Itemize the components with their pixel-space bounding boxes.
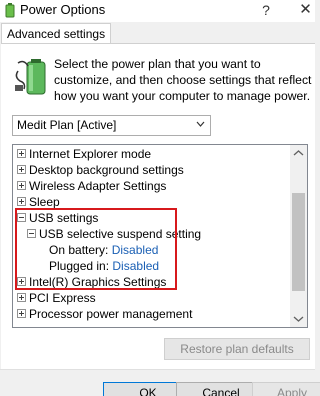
- plugged-in-value[interactable]: Disabled: [112, 259, 159, 273]
- instruction-text: Select the power plan that you want to c…: [54, 57, 312, 103]
- tab-advanced-settings[interactable]: Advanced settings: [1, 23, 112, 44]
- expand-plus-icon[interactable]: [17, 149, 26, 159]
- tree-scrollbar[interactable]: [290, 145, 307, 327]
- close-button[interactable]: ✕: [296, 0, 315, 20]
- collapse-minus-icon[interactable]: [27, 229, 36, 239]
- restore-plan-defaults-button[interactable]: Restore plan defaults: [164, 338, 310, 360]
- tree-item-on-battery[interactable]: On battery: Disabled: [49, 242, 158, 258]
- tree-item-usb-settings[interactable]: USB settings: [17, 210, 98, 226]
- footer-divider: [0, 369, 315, 370]
- chevron-down-icon: [196, 121, 205, 127]
- on-battery-value[interactable]: Disabled: [112, 243, 159, 257]
- tree-item-processor-power[interactable]: Processor power management: [17, 306, 192, 322]
- expand-plus-icon[interactable]: [17, 197, 26, 207]
- battery-plug-icon: [15, 59, 46, 95]
- tree-item-sleep[interactable]: Sleep: [17, 194, 60, 210]
- settings-tree[interactable]: Internet Explorer mode Desktop backgroun…: [12, 144, 308, 328]
- tree-item-wireless-adapter[interactable]: Wireless Adapter Settings: [17, 178, 166, 194]
- expand-plus-icon[interactable]: [17, 309, 26, 319]
- tree-item-pci-express[interactable]: PCI Express: [17, 290, 96, 306]
- expand-plus-icon[interactable]: [17, 165, 26, 175]
- scrollbar-thumb[interactable]: [292, 193, 305, 291]
- tree-item-internet-explorer-mode[interactable]: Internet Explorer mode: [17, 146, 151, 162]
- collapse-minus-icon[interactable]: [17, 213, 26, 223]
- window-title: Power Options: [20, 2, 106, 17]
- scroll-up-icon[interactable]: [290, 145, 307, 162]
- expand-plus-icon[interactable]: [17, 181, 26, 191]
- expand-plus-icon[interactable]: [17, 277, 26, 287]
- title-bar: Power Options ? ✕: [0, 0, 315, 22]
- power-plan-value: Medit Plan [Active]: [17, 118, 117, 132]
- tree-item-plugged-in[interactable]: Plugged in: Disabled: [49, 258, 159, 274]
- apply-button[interactable]: Apply: [252, 382, 320, 396]
- scroll-down-icon[interactable]: [290, 310, 307, 327]
- tab-strip: Advanced settings: [0, 22, 315, 44]
- power-options-icon: [5, 3, 15, 18]
- tree-item-desktop-background[interactable]: Desktop background settings: [17, 162, 184, 178]
- expand-plus-icon[interactable]: [17, 293, 26, 303]
- power-plan-dropdown[interactable]: Medit Plan [Active]: [12, 115, 211, 136]
- help-button[interactable]: ?: [258, 0, 274, 20]
- tree-item-usb-selective-suspend[interactable]: USB selective suspend setting: [27, 226, 201, 242]
- tree-item-intel-graphics[interactable]: Intel(R) Graphics Settings: [17, 274, 166, 290]
